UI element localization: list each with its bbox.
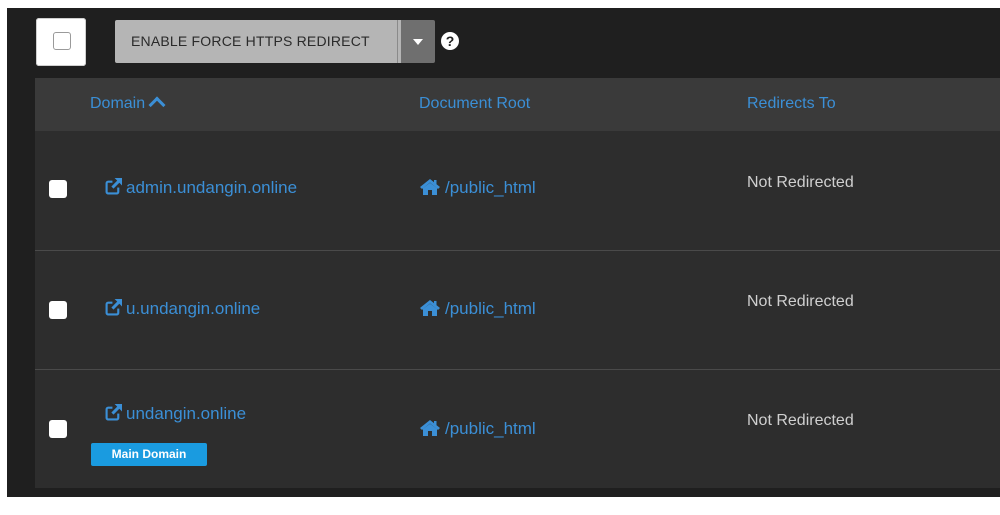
help-symbol: ? [445,33,455,49]
column-header-domain[interactable]: Domain [90,95,166,114]
table-row: admin.undangin.online /public_html Not R… [35,131,1000,250]
column-header-redirects-to-label: Redirects To [747,95,836,112]
column-header-document-root[interactable]: Document Root [419,95,530,113]
table-row: u.undangin.online /public_html Not Redir… [35,251,1000,369]
select-all-checkbox[interactable] [36,18,86,66]
document-root-link[interactable]: /public_html [419,299,536,319]
home-icon [420,420,440,436]
domains-table: Domain Document Root Redirects To admin.… [35,78,1000,488]
external-link-icon [105,299,122,316]
redirect-status: Not Redirected [747,412,854,429]
row-checkbox[interactable] [49,180,67,198]
document-root-path: /public_html [445,178,536,197]
external-link-icon [105,178,122,195]
button-divider [397,20,398,63]
caret-down-icon [413,39,423,45]
table-row: undangin.online Main Domain /public_html… [35,370,1000,488]
domain-name: admin.undangin.online [126,178,298,197]
table-header: Domain Document Root Redirects To [35,78,1000,131]
column-header-domain-label: Domain [90,95,146,112]
main-domain-badge: Main Domain [91,443,207,466]
redirect-status: Not Redirected [747,293,854,310]
domain-link[interactable]: u.undangin.online [105,299,260,319]
document-root-path: /public_html [445,299,536,318]
domain-name: undangin.online [126,404,247,423]
row-checkbox[interactable] [49,301,67,319]
external-link-icon [105,404,122,421]
column-header-redirects-to[interactable]: Redirects To [747,95,836,113]
bulk-actions-toolbar: ENABLE FORCE HTTPS REDIRECT ? [30,14,1000,66]
document-root-link[interactable]: /public_html [419,419,536,439]
bulk-actions-dropdown-toggle[interactable] [401,20,435,63]
domain-link[interactable]: undangin.online [105,404,246,424]
home-icon [420,300,440,316]
select-all-checkbox-box[interactable] [53,32,71,50]
document-root-link[interactable]: /public_html [419,178,536,198]
enable-force-https-redirect-button[interactable]: ENABLE FORCE HTTPS REDIRECT [115,20,401,63]
domain-link[interactable]: admin.undangin.online [105,178,297,198]
document-root-path: /public_html [445,419,536,438]
question-circle-icon[interactable]: ? [441,32,459,50]
column-header-document-root-label: Document Root [419,95,531,112]
home-icon [420,179,440,195]
domain-name: u.undangin.online [126,299,261,318]
redirect-status: Not Redirected [747,174,854,191]
enable-force-https-redirect-label: ENABLE FORCE HTTPS REDIRECT [131,33,370,49]
row-checkbox[interactable] [49,420,67,438]
chevron-up-icon [148,96,166,114]
